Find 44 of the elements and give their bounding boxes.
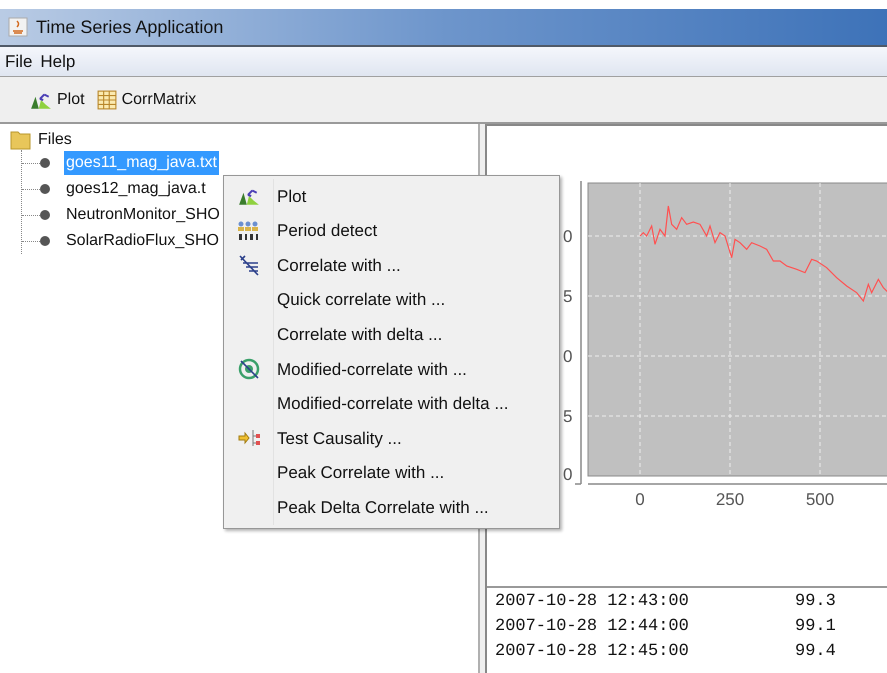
menu-item[interactable]: Test Causality ... [224, 421, 559, 456]
folder-icon[interactable] [10, 129, 32, 151]
menu-item[interactable]: Correlate with ... [224, 248, 559, 283]
axis-label: 5 [563, 287, 572, 306]
menu-item[interactable]: File [5, 48, 32, 74]
axis-label: 5 [563, 407, 572, 426]
tree-item[interactable]: SolarRadioFlux_SHO [64, 229, 221, 253]
axis-label: 250 [716, 490, 744, 509]
menu-item[interactable]: Modified-correlate with delta ... [224, 386, 559, 422]
data-value: 99.4 [795, 641, 836, 663]
menu-item[interactable]: Quick correlate with ... [224, 282, 559, 318]
data-value: 99.1 [795, 616, 836, 638]
app-icon [8, 17, 28, 37]
leaf-icon [40, 210, 50, 220]
menu-item[interactable]: Help [40, 48, 76, 74]
menu-item[interactable]: Plot [224, 179, 559, 214]
corr-matrix-button[interactable]: CorrMatrix [96, 88, 196, 112]
menu-item[interactable]: Correlate with delta ... [224, 317, 559, 352]
timestamp: 2007-10-28 12:43:00 [495, 591, 690, 613]
target-icon [238, 358, 260, 380]
timestamp: 2007-10-28 12:44:00 [495, 616, 690, 638]
leaf-icon [40, 184, 50, 194]
table-icon [96, 90, 117, 110]
arrow-tree-icon [238, 428, 260, 448]
tree-item[interactable]: NeutronMonitor_SHO [64, 203, 222, 227]
tree-item[interactable]: Files [38, 128, 72, 152]
menu-item[interactable]: Modified-correlate with ... [224, 352, 559, 387]
axis-label: 0 [563, 347, 572, 366]
axis-label: 500 [806, 490, 834, 509]
menu-item[interactable]: Peak Delta Correlate with ... [224, 490, 559, 525]
menu-item[interactable]: Period detect [224, 214, 559, 248]
people-binary-icon [238, 220, 260, 242]
axis-label: 0 [563, 227, 572, 246]
window-title: Time Series Application [36, 16, 224, 39]
leaf-icon [40, 236, 50, 246]
axis-label: 0 [635, 490, 645, 509]
axis-label: 0 [563, 465, 572, 484]
timestamp: 2007-10-28 12:45:00 [495, 641, 690, 663]
menu-item[interactable]: Peak Correlate with ... [224, 456, 559, 490]
data-value: 99.3 [795, 591, 836, 613]
leaf-icon [40, 158, 50, 168]
tree-item[interactable]: goes12_mag_java.t [64, 177, 208, 201]
slash-lines-icon [238, 254, 260, 276]
plot-button[interactable]: Plot [30, 88, 85, 112]
